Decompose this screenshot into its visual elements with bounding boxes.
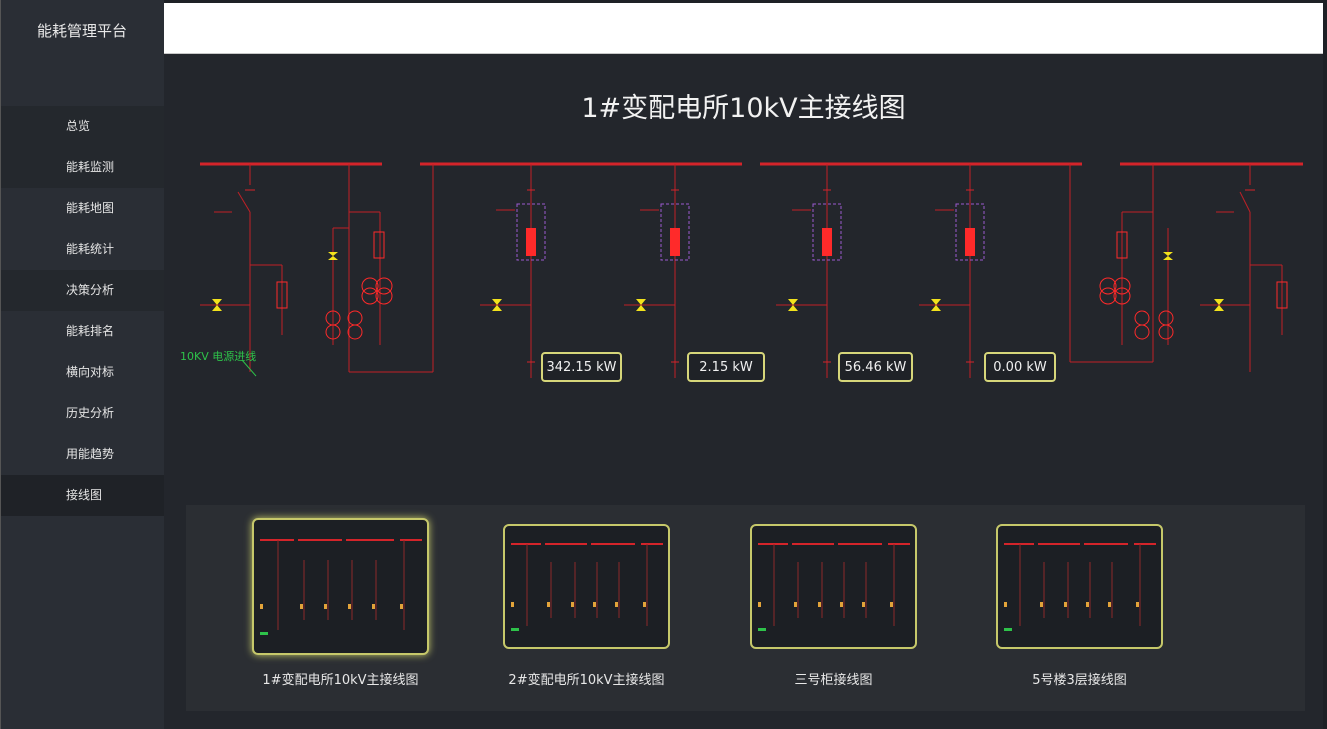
thumbnail-preview-graphic <box>1004 543 1156 631</box>
thumbnail-preview[interactable] <box>996 524 1163 649</box>
thumbnail-caption[interactable]: 1#变配电所10kV主接线图 <box>252 669 429 688</box>
fuses <box>276 231 1288 309</box>
ground-symbols <box>245 189 1255 363</box>
thumbnail-preview-graphic <box>260 539 422 635</box>
sidebar-item-decision[interactable]: 决策分析 <box>0 270 164 311</box>
sidebar-item-benchmark[interactable]: 横向对标 <box>0 352 164 393</box>
app-logo-title: 能耗管理平台 <box>36 22 127 40</box>
feeder-bay <box>480 164 971 378</box>
thumbnail-caption[interactable]: 5号楼3层接线图 <box>991 669 1168 688</box>
power-meter-2: 2.15 kW <box>687 352 765 382</box>
sidebar-item-ranking[interactable]: 能耗排名 <box>0 311 164 352</box>
thumbnail-preview-graphic <box>511 543 663 631</box>
thumbnail-caption[interactable]: 三号柜接线图 <box>745 669 922 688</box>
sidebar-item-statistics[interactable]: 能耗统计 <box>0 229 164 270</box>
thumbnail-preview[interactable] <box>750 524 917 649</box>
sidebar-item-history[interactable]: 历史分析 <box>0 393 164 434</box>
transformers <box>325 277 1174 340</box>
power-meter-1: 342.15 kW <box>541 352 622 382</box>
sidebar-item-monitoring[interactable]: 能耗监测 <box>0 147 164 188</box>
wiring-lines <box>200 164 1283 373</box>
sidebar-item-wiring[interactable]: 接线图 <box>0 475 164 516</box>
power-meter-4: 0.00 kW <box>984 352 1056 382</box>
breakers <box>526 228 975 256</box>
top-header-bar <box>164 3 1323 54</box>
diagram-title: 1#变配电所10kV主接线图 <box>581 93 906 124</box>
thumbnail-caption[interactable]: 2#变配电所10kV主接线图 <box>498 669 675 688</box>
diagram-thumbnails-panel: 1#变配电所10kV主接线图 2#变配电所10kV主接线图 三号柜接线图 5号楼… <box>186 505 1305 711</box>
thumbnail-preview-graphic <box>758 543 910 631</box>
incoming-feeder-label: 10KV 电源进线 <box>180 350 257 363</box>
sidebar-item-overview[interactable]: 总览 <box>0 106 164 147</box>
sidebar-item-trend[interactable]: 用能趋势 <box>0 434 164 475</box>
sidebar-item-map[interactable]: 能耗地图 <box>0 188 164 229</box>
drawout-outlines <box>516 203 985 261</box>
power-meter-3: 56.46 kW <box>838 352 913 382</box>
thumbnail-preview[interactable] <box>252 518 429 655</box>
sidebar-nav: 总览 能耗监测 能耗地图 能耗统计 决策分析 能耗排名 横向对标 历史分析 用能… <box>0 106 164 516</box>
thumbnail-preview[interactable] <box>503 524 670 649</box>
sidebar: 能耗管理平台 总览 能耗监测 能耗地图 能耗统计 决策分析 能耗排名 横向对标 … <box>0 0 164 729</box>
